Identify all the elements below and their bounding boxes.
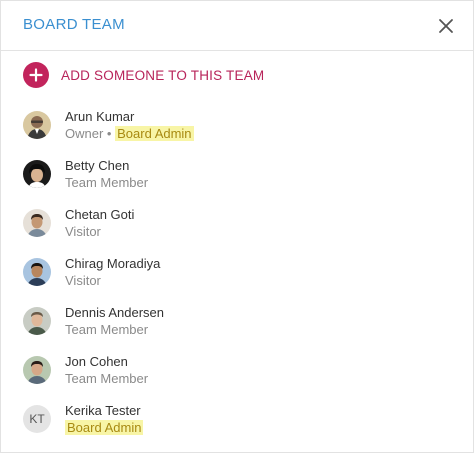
member-name: Chirag Moradiya [65,256,161,271]
avatar-photo-icon [23,111,51,139]
avatar [23,356,51,384]
role-separator: • [106,126,112,141]
member-role: Owner [65,126,104,141]
member-role: Visitor [65,273,101,288]
member-role-line: Board Admin [65,420,144,435]
member-role: Team Member [65,371,149,386]
team-member-row[interactable]: Betty Chen Team Member [23,158,443,198]
add-member-circle[interactable] [23,62,49,88]
avatar [23,209,51,237]
member-role: Team Member [65,175,149,190]
add-member-label[interactable]: ADD SOMEONE TO THIS TEAM [61,68,264,83]
dialog-title: BOARD TEAM [23,16,125,33]
plus-icon [29,68,43,82]
team-member-row[interactable]: Chetan Goti Visitor [23,207,443,247]
admin-badge: Board Admin [65,420,144,435]
member-name: Arun Kumar [65,109,135,124]
avatar-photo-icon [23,160,51,188]
member-role: Team Member [65,322,149,337]
avatar-photo-icon [23,307,51,335]
avatar-initials: KT [23,405,51,433]
team-member-row[interactable]: Chirag Moradiya Visitor [23,256,443,296]
admin-badge: Board Admin [115,126,194,141]
board-team-dialog: BOARD TEAM ADD SOMEONE TO THIS TEAM Arun… [0,0,474,453]
team-member-row[interactable]: Dennis Andersen Team Member [23,305,443,345]
close-icon [439,19,453,33]
add-member-button[interactable]: ADD SOMEONE TO THIS TEAM [23,61,264,89]
member-name: Kerika Tester [65,403,141,418]
avatar [23,258,51,286]
avatar-photo-icon [23,258,51,286]
member-name: Betty Chen [65,158,130,173]
avatar-photo-icon [23,356,51,384]
member-name: Dennis Andersen [65,305,165,320]
team-member-row[interactable]: KT Kerika Tester Board Admin [23,403,443,443]
team-member-row[interactable]: Arun Kumar Owner • Board Admin [23,109,443,149]
member-role-line: Owner • Board Admin [65,126,194,141]
avatar [23,307,51,335]
member-role: Visitor [65,224,101,239]
avatar-photo-icon [23,209,51,237]
member-name: Jon Cohen [65,354,128,369]
team-member-row[interactable]: Jon Cohen Team Member [23,354,443,394]
dialog-header: BOARD TEAM [1,1,473,51]
close-button[interactable] [435,15,457,37]
member-name: Chetan Goti [65,207,135,222]
avatar [23,160,51,188]
avatar [23,111,51,139]
